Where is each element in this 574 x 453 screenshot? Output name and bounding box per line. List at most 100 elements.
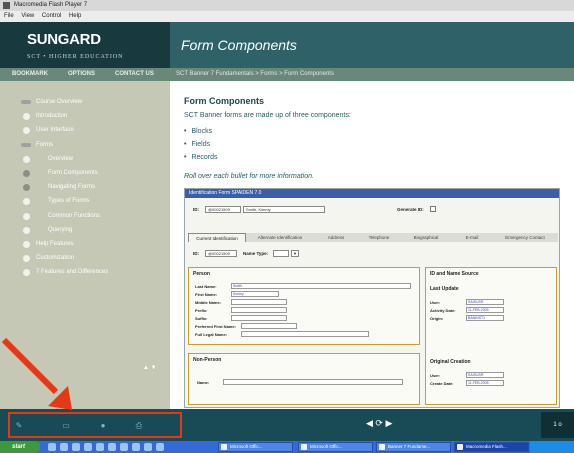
person-field-label: Preferred First Name: [195,324,236,329]
generate-id-label: Generate ID: [397,207,424,212]
sidebar-item[interactable]: Introduction [0,109,170,123]
sidebar-item-label: Navigating Forms [48,184,96,191]
person-field-label: Middle Name: [195,300,222,305]
sidebar-item-label: Querying [48,226,73,233]
options-link[interactable]: OPTIONS [68,68,95,81]
generate-id-checkbox[interactable] [430,206,436,212]
person-field-input[interactable] [231,299,287,305]
sidebar-item-label: Form Components [48,170,98,176]
progress-dot-icon [23,226,30,234]
quicklaunch-icon[interactable] [60,443,68,451]
sidebar-item-label: 7 Features and Differences [36,269,109,276]
audit-value: 11-FEB-2005 [466,307,504,313]
person-field-input[interactable] [241,331,369,337]
bookmark-link[interactable]: BOOKMARK [12,68,48,81]
taskbar-item-word-2[interactable]: Microsoft Offic... [298,442,373,452]
progress-dot-icon [23,113,30,121]
word-icon [221,444,227,450]
sidebar-item[interactable]: 7 Features and Differences [0,265,170,279]
tab-email[interactable]: E-mail [452,233,492,242]
browser-icon [379,444,385,450]
menu-bar: File View Control Help [0,11,574,22]
bullet-blocks[interactable]: • Blocks [184,128,212,135]
window-title: Macromedia Flash Player 7 [14,2,88,8]
sidebar-item-label: Forms [36,141,53,148]
tab-telephone[interactable]: Telephone [358,233,400,242]
person-title: Person [193,271,210,277]
contact-us-link[interactable]: CONTACT US [115,68,154,81]
quicklaunch-icon[interactable] [120,443,128,451]
quicklaunch-icon[interactable] [132,443,140,451]
sidebar-item-label: Types of Forms [48,198,90,205]
tab-biographical[interactable]: Biographical [402,233,450,242]
name-type-label: Name Type: [243,251,269,256]
tab-emergency-contact[interactable]: Emergency Contact [494,233,556,242]
person-field-label: Prefix: [195,308,208,313]
annotation-arrow-icon [1,337,72,410]
taskbar-item-flash[interactable]: Macromedia Flash... [454,442,529,452]
progress-dot-icon [23,269,30,277]
sidebar-item[interactable]: Overview [0,152,170,166]
start-button[interactable]: start [0,441,40,453]
sidebar-item[interactable]: Form Components [0,166,170,180]
quicklaunch-icon[interactable] [72,443,80,451]
sidebar-item[interactable]: User Interface [0,123,170,137]
sidebar-item[interactable]: Navigating Forms [0,180,170,194]
person-field-input[interactable] [241,323,297,329]
tab-current-identification[interactable]: Current Identification [188,233,246,242]
main-content: Form Components SCT Banner forms are mad… [170,81,574,409]
id-name-source-block: ID and Name Source Last Update User: SAIS… [425,267,557,405]
progress-dot-icon [23,184,30,192]
menu-help[interactable]: Help [69,13,81,19]
sidebar-scroll-arrows[interactable]: ▲ ▼ [143,365,157,371]
sidebar-item[interactable]: Querying [0,223,170,237]
form-id2-field[interactable]: @00021509 [205,250,237,257]
form-id2-label: ID: [193,251,199,256]
quicklaunch-icon[interactable] [108,443,116,451]
person-field-input[interactable]: Smith [231,283,411,289]
form-name-field[interactable]: Smith, Kimmy [243,206,325,213]
bullet-fields-label: Fields [191,141,211,148]
taskbar-item-banner[interactable]: Banner 7 Fundame... [376,442,451,452]
quicklaunch-icon[interactable] [48,443,56,451]
person-field-label: Last Name: [195,284,217,289]
quicklaunch-icon[interactable] [96,443,104,451]
bullet-records[interactable]: • Records [184,154,218,161]
last-update-title: Last Update [430,286,459,292]
menu-file[interactable]: File [4,13,14,19]
sidebar-item[interactable]: Customization [0,251,170,265]
source-title: ID and Name Source [430,271,479,277]
taskbar-item-word-1[interactable]: Microsoft Offic... [218,442,293,452]
rollover-instruction: Roll over each bullet for more informati… [184,173,314,180]
page-title: Form Components [181,37,297,53]
sidebar-item[interactable]: Course Overview [0,95,170,109]
menu-view[interactable]: View [21,13,34,19]
tab-alternate-identification[interactable]: Alternate Identification [248,233,312,242]
audit-label: User: [430,300,441,305]
taskbar-item-label: Microsoft Offic... [310,444,343,449]
person-field-input[interactable]: Kimmy [231,291,279,297]
person-field-input[interactable] [231,315,287,321]
quicklaunch-icon[interactable] [84,443,92,451]
windows-taskbar: start Microsoft Offic... Microsoft Offic… [0,441,574,453]
sidebar-item[interactable]: Help Features [0,237,170,251]
quicklaunch-icon[interactable] [144,443,152,451]
form-id-field[interactable]: @00021509 [205,206,241,213]
name-type-dropdown-icon[interactable]: ▼ [291,250,299,257]
bullet-fields[interactable]: • Fields [184,141,210,148]
sidebar-item[interactable]: Common Functions [0,209,170,223]
name-type-field[interactable] [273,250,289,257]
quicklaunch-icon[interactable] [156,443,164,451]
tab-address[interactable]: Address [316,233,356,242]
form-screenshot: Identification Form SPAIDEN 7.0 ID: @000… [184,188,560,408]
sidebar-item[interactable]: Forms [0,138,170,152]
sidebar-item-label: Help Features [36,241,74,247]
taskbar-item-label: Microsoft Offic... [230,444,263,449]
nonperson-name-field[interactable] [223,379,403,385]
nonperson-title: Non-Person [193,357,222,363]
flash-player-icon [3,2,10,9]
person-field-input[interactable] [231,307,287,313]
sidebar-item[interactable]: Types of Forms [0,194,170,208]
page-navigation[interactable]: ◀ ⟳ ▶ [366,418,392,429]
menu-control[interactable]: Control [42,13,61,19]
